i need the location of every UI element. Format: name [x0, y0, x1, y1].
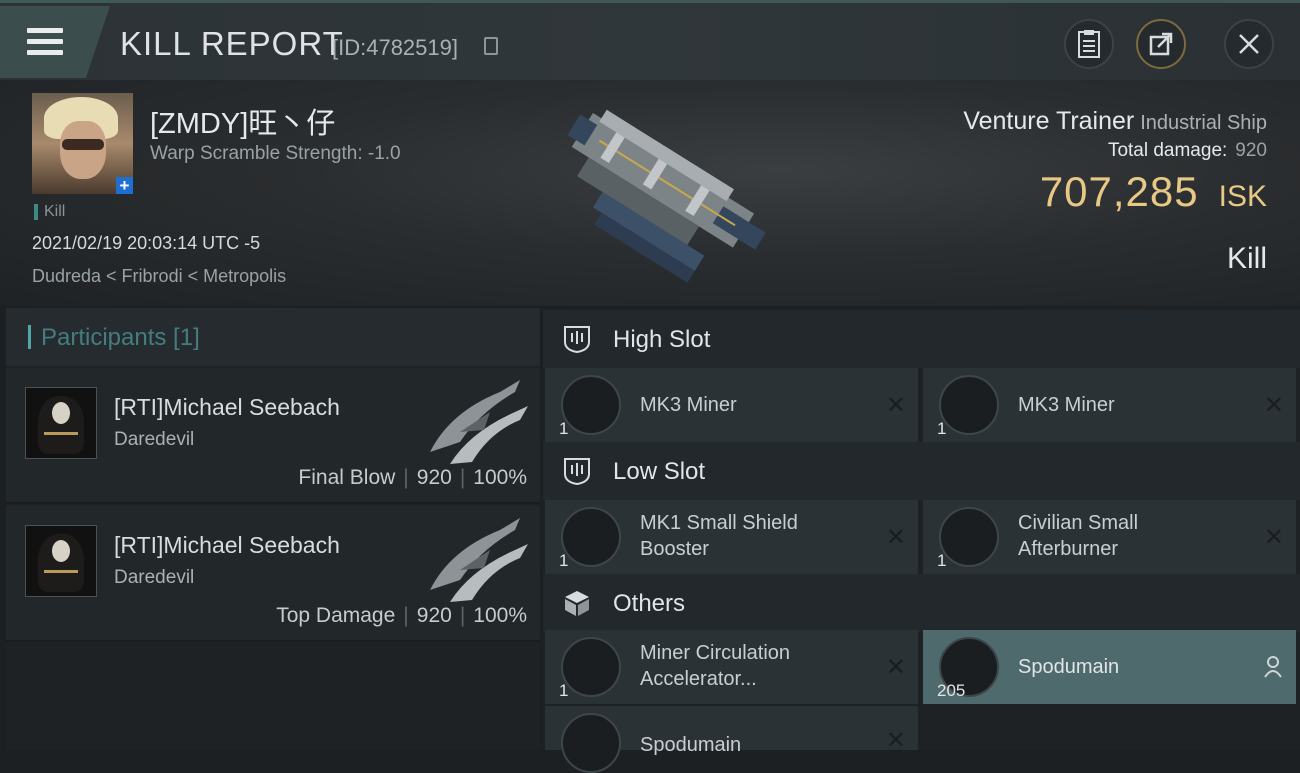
participant-percent: 100%: [473, 466, 527, 489]
low-slot-label: Low Slot: [613, 458, 706, 485]
participant-avatar[interactable]: [25, 525, 97, 597]
fitting-item[interactable]: Spodumain ✕: [545, 706, 918, 773]
total-damage-label: Total damage:: [1107, 140, 1228, 161]
item-name-line2: Afterburner: [1018, 538, 1119, 560]
item-quantity: 1: [559, 551, 569, 570]
others-header: Others: [543, 574, 1300, 632]
item-name-line2: Accelerator...: [640, 668, 757, 690]
daredevil-ship-icon: [430, 380, 528, 464]
high-slot-header: High Slot: [543, 310, 1300, 368]
share-icon: [1149, 32, 1173, 56]
afterburner-icon: [939, 507, 999, 567]
others-label: Others: [613, 590, 686, 617]
participants-header[interactable]: Participants [1]: [6, 308, 540, 366]
isk-amount: 707,285: [1039, 168, 1199, 215]
item-quantity: 1: [559, 419, 569, 438]
participant-stats: Final Blow | 920 | 100%: [298, 466, 527, 489]
item-quantity: 205: [937, 681, 966, 700]
item-name: Civilian Small Afterburner: [1018, 510, 1138, 562]
accelerator-icon: [561, 637, 621, 697]
participant-damage: 920: [416, 466, 452, 489]
person-icon: [1264, 656, 1282, 678]
destroyed-icon: ✕: [885, 524, 906, 551]
item-quantity: 1: [937, 419, 947, 438]
item-name: MK3 Miner: [1018, 394, 1115, 416]
isk-value: 707,285 ISK: [1040, 168, 1267, 216]
isk-unit: ISK: [1218, 180, 1267, 213]
fitting-item[interactable]: 1 MK1 Small Shield Booster ✕: [545, 500, 918, 574]
participant-damage: 920: [416, 604, 452, 627]
kill-result: Kill: [1226, 242, 1267, 275]
kill-tag: Kill: [34, 204, 65, 220]
close-icon: [1239, 34, 1259, 54]
item-name: Spodumain: [640, 734, 742, 756]
fitting-item[interactable]: 1 MK3 Miner ✕: [923, 368, 1296, 442]
participant-role: Final Blow: [298, 466, 396, 489]
victim-ship-image: [567, 109, 766, 283]
top-bar: KILL REPORT [ID:4782519]: [0, 0, 1300, 80]
copy-icon[interactable]: [484, 37, 498, 55]
page-title: KILL REPORT: [120, 25, 344, 62]
high-slot-label: High Slot: [613, 326, 711, 353]
item-name: MK1 Small Shield Booster: [640, 510, 798, 562]
participant-row[interactable]: [RTI]Michael Seebach Daredevil Final Blo…: [6, 368, 540, 504]
fitting-item[interactable]: 1 Miner Circulation Accelerator... ✕: [545, 630, 918, 704]
destroyed-icon: ✕: [885, 654, 906, 681]
participants-panel: Participants [1] [RTI]Michael Seebach Da…: [6, 308, 540, 750]
high-slot-icon: [564, 326, 590, 354]
total-damage-value: 920: [1235, 140, 1267, 161]
destroyed-icon: ✕: [885, 727, 906, 754]
kill-datetime: 2021/02/19 20:03:14 UTC -5: [32, 233, 261, 253]
participant-ship: Daredevil: [114, 567, 195, 588]
item-quantity: 1: [937, 551, 947, 570]
kill-location: Dudreda < Fribrodi < Metropolis: [32, 266, 287, 286]
close-button[interactable]: [1224, 19, 1274, 69]
victim-summary: + [ZMDY]旺丶仔 Warp Scramble Strength: -1.0…: [0, 80, 1300, 306]
daredevil-ship-icon: [430, 518, 528, 602]
victim-pilot-name[interactable]: [ZMDY]旺丶仔: [150, 100, 335, 142]
participant-name[interactable]: [RTI]Michael Seebach: [114, 394, 340, 421]
victim-ship-name[interactable]: Venture Trainer: [963, 107, 1134, 135]
item-name: Spodumain: [1018, 656, 1120, 678]
participant-stats: Top Damage | 920 | 100%: [276, 604, 527, 627]
shield-booster-icon: [561, 507, 621, 567]
total-damage: Total damage: 920: [1108, 140, 1267, 162]
menu-button[interactable]: [0, 6, 110, 78]
low-slot-header: Low Slot: [543, 442, 1300, 500]
destroyed-icon: ✕: [1263, 392, 1284, 419]
participant-avatar[interactable]: [25, 387, 97, 459]
report-id: [ID:4782519]: [332, 35, 458, 60]
ore-icon: [561, 713, 621, 773]
share-button[interactable]: [1136, 19, 1186, 69]
report-log-button[interactable]: [1064, 19, 1114, 69]
participant-ship: Daredevil: [114, 429, 195, 450]
victim-ship-class: Industrial Ship: [1140, 112, 1267, 134]
participant-row[interactable]: [RTI]Michael Seebach Daredevil Top Damag…: [6, 506, 540, 642]
item-name-line1: MK1 Small Shield: [640, 512, 798, 534]
fitting-panel: High Slot 1 MK3 Miner ✕ 1 MK3 Miner ✕ Lo…: [543, 308, 1300, 773]
fitting-item[interactable]: 1 Civilian Small Afterburner ✕: [923, 500, 1296, 574]
warp-scramble-strength: Warp Scramble Strength: -1.0: [150, 143, 401, 164]
cargo-box-icon: [565, 591, 589, 616]
miner-icon: [561, 375, 621, 435]
participant-name[interactable]: [RTI]Michael Seebach: [114, 532, 340, 559]
item-quantity: 1: [559, 681, 569, 700]
fitting-item[interactable]: 1 MK3 Miner ✕: [545, 368, 918, 442]
destroyed-icon: ✕: [1263, 524, 1284, 551]
miner-icon: [939, 375, 999, 435]
item-name-line1: Civilian Small: [1018, 512, 1139, 534]
participant-role: Top Damage: [276, 604, 396, 627]
destroyed-icon: ✕: [885, 392, 906, 419]
participant-percent: 100%: [473, 604, 527, 627]
low-slot-icon: [564, 458, 590, 486]
item-name-line2: Booster: [640, 538, 709, 560]
item-name-line1: Miner Circulation: [640, 642, 791, 664]
item-name: MK3 Miner: [640, 394, 737, 416]
clipboard-icon: [1078, 30, 1100, 58]
add-contact-icon[interactable]: +: [116, 177, 133, 194]
participants-label: Participants [1]: [41, 324, 200, 351]
fitting-item-highlighted[interactable]: 205 Spodumain: [923, 630, 1296, 704]
item-name: Miner Circulation Accelerator...: [640, 640, 790, 692]
